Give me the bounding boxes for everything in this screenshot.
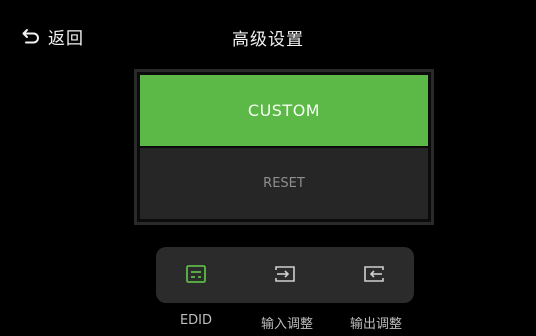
tab-edid-label[interactable]: EDID [156,313,236,328]
tab-output-adjust-label[interactable]: 输出调整 [336,313,416,332]
header: 返回 高级设置 [0,0,536,64]
edid-icon [184,265,208,289]
tab-edid[interactable] [184,263,208,285]
tab-output-adjust[interactable] [362,263,386,285]
mode-panel: CUSTOM RESET [134,69,434,225]
tab-bar [156,247,414,303]
tab-input-adjust-label[interactable]: 输入调整 [247,313,327,332]
page-title: 高级设置 [232,30,304,50]
output-adjust-icon [362,266,386,289]
custom-option-label: CUSTOM [247,101,321,120]
reset-option-label: RESET [263,176,305,191]
input-adjust-icon [273,266,297,289]
custom-option[interactable]: CUSTOM [140,75,428,146]
tab-input-adjust[interactable] [273,263,297,285]
reset-option[interactable]: RESET [140,148,428,219]
